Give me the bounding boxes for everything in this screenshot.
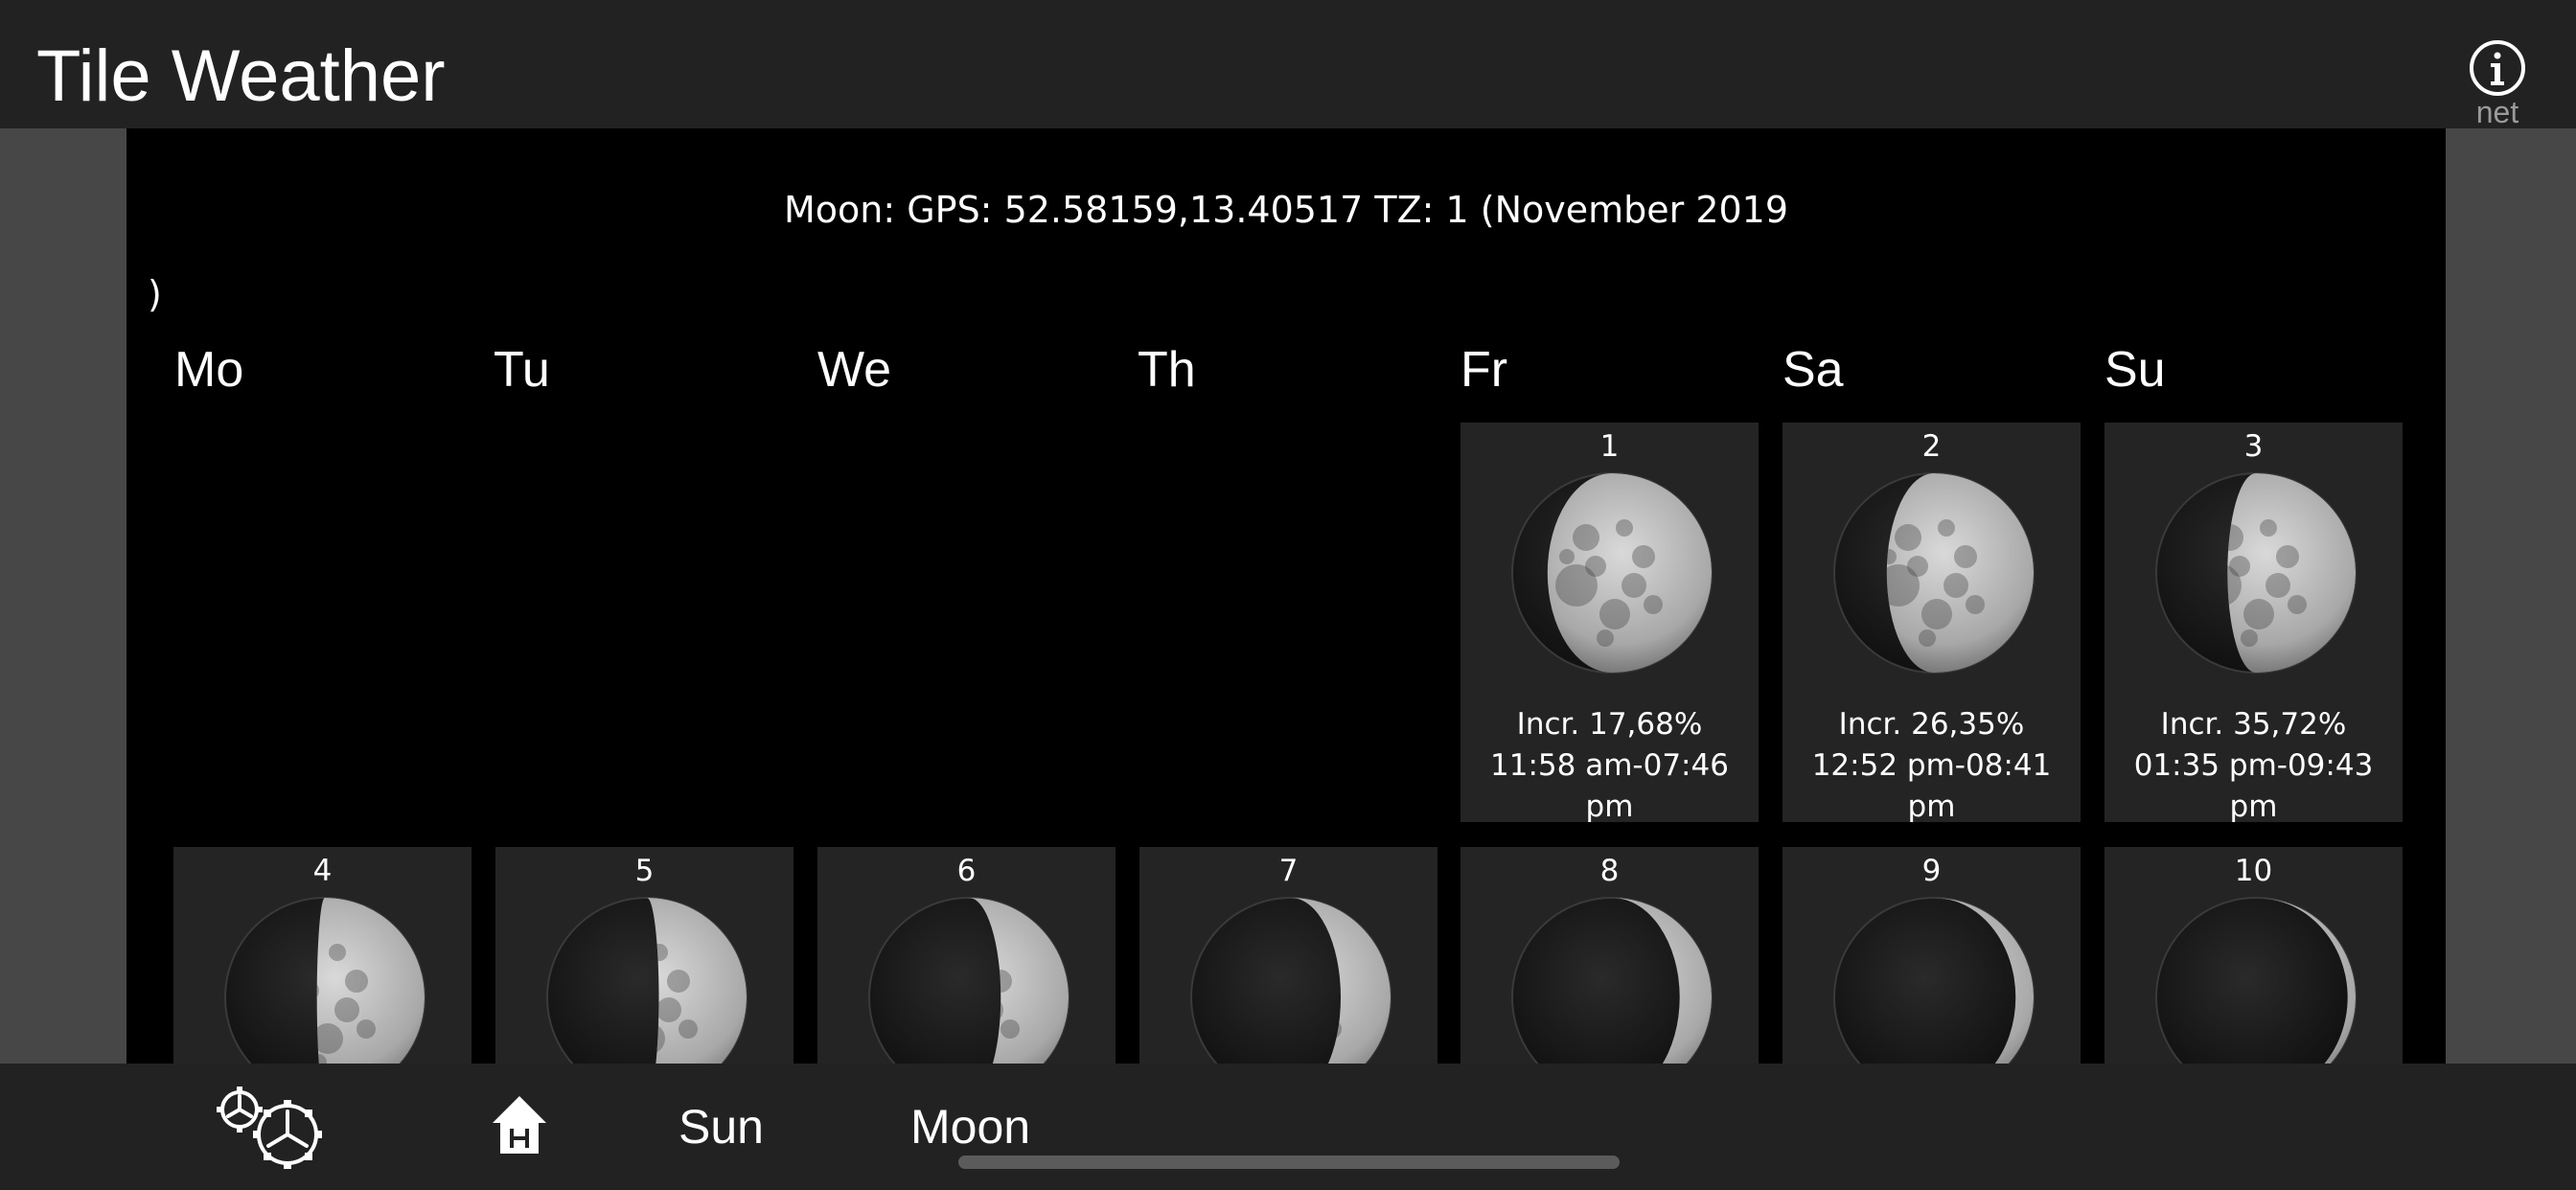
day-cell[interactable]: 1 Incr. 17,68% 11:58 am-07:46 pm xyxy=(1460,423,1759,822)
home-icon xyxy=(493,1096,546,1154)
day-number: 4 xyxy=(312,854,333,888)
weekday-tu: Tu xyxy=(494,342,550,398)
moon-phase-icon xyxy=(2153,895,2358,1064)
moonrise-moonset-text: 11:58 am-07:46 xyxy=(1490,748,1729,783)
info-button[interactable]: net xyxy=(2459,38,2536,128)
day-number: 3 xyxy=(2243,429,2264,464)
bottom-tab-bar: Sun Moon xyxy=(0,1064,2576,1190)
day-number: 6 xyxy=(956,854,977,888)
home-indicator xyxy=(958,1156,1620,1169)
moon-phase-icon xyxy=(1831,470,2036,675)
day-cell[interactable]: 8 xyxy=(1460,847,1759,1064)
tab-sun[interactable]: Sun xyxy=(678,1098,764,1156)
moon-info: Incr. 26,35% 12:52 pm-08:41 pm xyxy=(1782,704,2081,822)
gears-icon xyxy=(217,1087,322,1169)
moon-info: Incr. 35,72% 01:35 pm-09:43 pm xyxy=(2104,704,2403,822)
settings-button[interactable] xyxy=(213,1083,332,1175)
moon-phase-icon xyxy=(866,895,1071,1064)
moon-phase-icon xyxy=(1831,895,2036,1064)
day-number: 9 xyxy=(1921,854,1942,888)
day-cell[interactable]: 10 xyxy=(2104,847,2403,1064)
moon-info: Incr. 17,68% 11:58 am-07:46 pm xyxy=(1460,704,1759,822)
moon-phase-icon xyxy=(544,895,749,1064)
day-number: 5 xyxy=(634,854,655,888)
weekday-sa: Sa xyxy=(1782,342,1844,398)
weekday-th: Th xyxy=(1138,342,1196,398)
side-panel-left xyxy=(0,128,126,1064)
day-cell[interactable]: 7 xyxy=(1139,847,1438,1064)
calendar-header: Moon: GPS: 52.58159,13.40517 TZ: 1 (Nove… xyxy=(783,189,1789,231)
moon-phase-icon xyxy=(1188,895,1393,1064)
illumination-text: Incr. 35,72% xyxy=(2160,707,2347,742)
day-number: 7 xyxy=(1278,854,1299,888)
moonrise-moonset-text-cont: pm xyxy=(1585,790,1634,822)
illumination-text: Incr. 26,35% xyxy=(1838,707,2025,742)
info-circle-icon xyxy=(2470,40,2525,96)
side-panel-right xyxy=(2446,128,2576,1064)
weekday-fr: Fr xyxy=(1460,342,1508,398)
day-number: 10 xyxy=(2234,854,2273,888)
home-button[interactable] xyxy=(491,1094,548,1156)
moonrise-moonset-text: 01:35 pm-09:43 xyxy=(2133,748,2374,783)
illumination-text: Incr. 17,68% xyxy=(1516,707,1703,742)
day-cell[interactable]: 5 xyxy=(495,847,794,1064)
weekday-we: We xyxy=(817,342,892,398)
day-cell[interactable]: 4 xyxy=(173,847,472,1064)
day-cell[interactable]: 9 xyxy=(1782,847,2081,1064)
day-number: 2 xyxy=(1921,429,1942,464)
moon-phase-icon xyxy=(2153,470,2358,675)
day-number: 1 xyxy=(1599,429,1620,464)
day-cell[interactable]: 3 Incr. 35,72% 01:35 pm-09:43 pm xyxy=(2104,423,2403,822)
top-bar: Tile Weather net xyxy=(0,0,2576,128)
moon-calendar[interactable]: Moon: GPS: 52.58159,13.40517 TZ: 1 (Nove… xyxy=(126,128,2446,1064)
moonrise-moonset-text: 12:52 pm-08:41 xyxy=(1811,748,2052,783)
day-cell[interactable]: 6 xyxy=(817,847,1116,1064)
weekday-su: Su xyxy=(2104,342,2166,398)
moon-phase-icon xyxy=(1509,470,1714,675)
info-label: net xyxy=(2475,95,2519,129)
day-cell[interactable]: 2 Incr. 26,35% 12:52 pm-08:41 pm xyxy=(1782,423,2081,822)
moon-phase-icon xyxy=(222,895,427,1064)
weekday-mo: Mo xyxy=(174,342,244,398)
moonrise-moonset-text-cont: pm xyxy=(2229,790,2278,822)
moon-phase-icon xyxy=(1509,895,1714,1064)
tab-moon[interactable]: Moon xyxy=(910,1098,1030,1156)
calendar-header-tail: ) xyxy=(148,273,162,315)
moonrise-moonset-text-cont: pm xyxy=(1907,790,1956,822)
day-number: 8 xyxy=(1599,854,1620,888)
app-title: Tile Weather xyxy=(36,35,446,117)
